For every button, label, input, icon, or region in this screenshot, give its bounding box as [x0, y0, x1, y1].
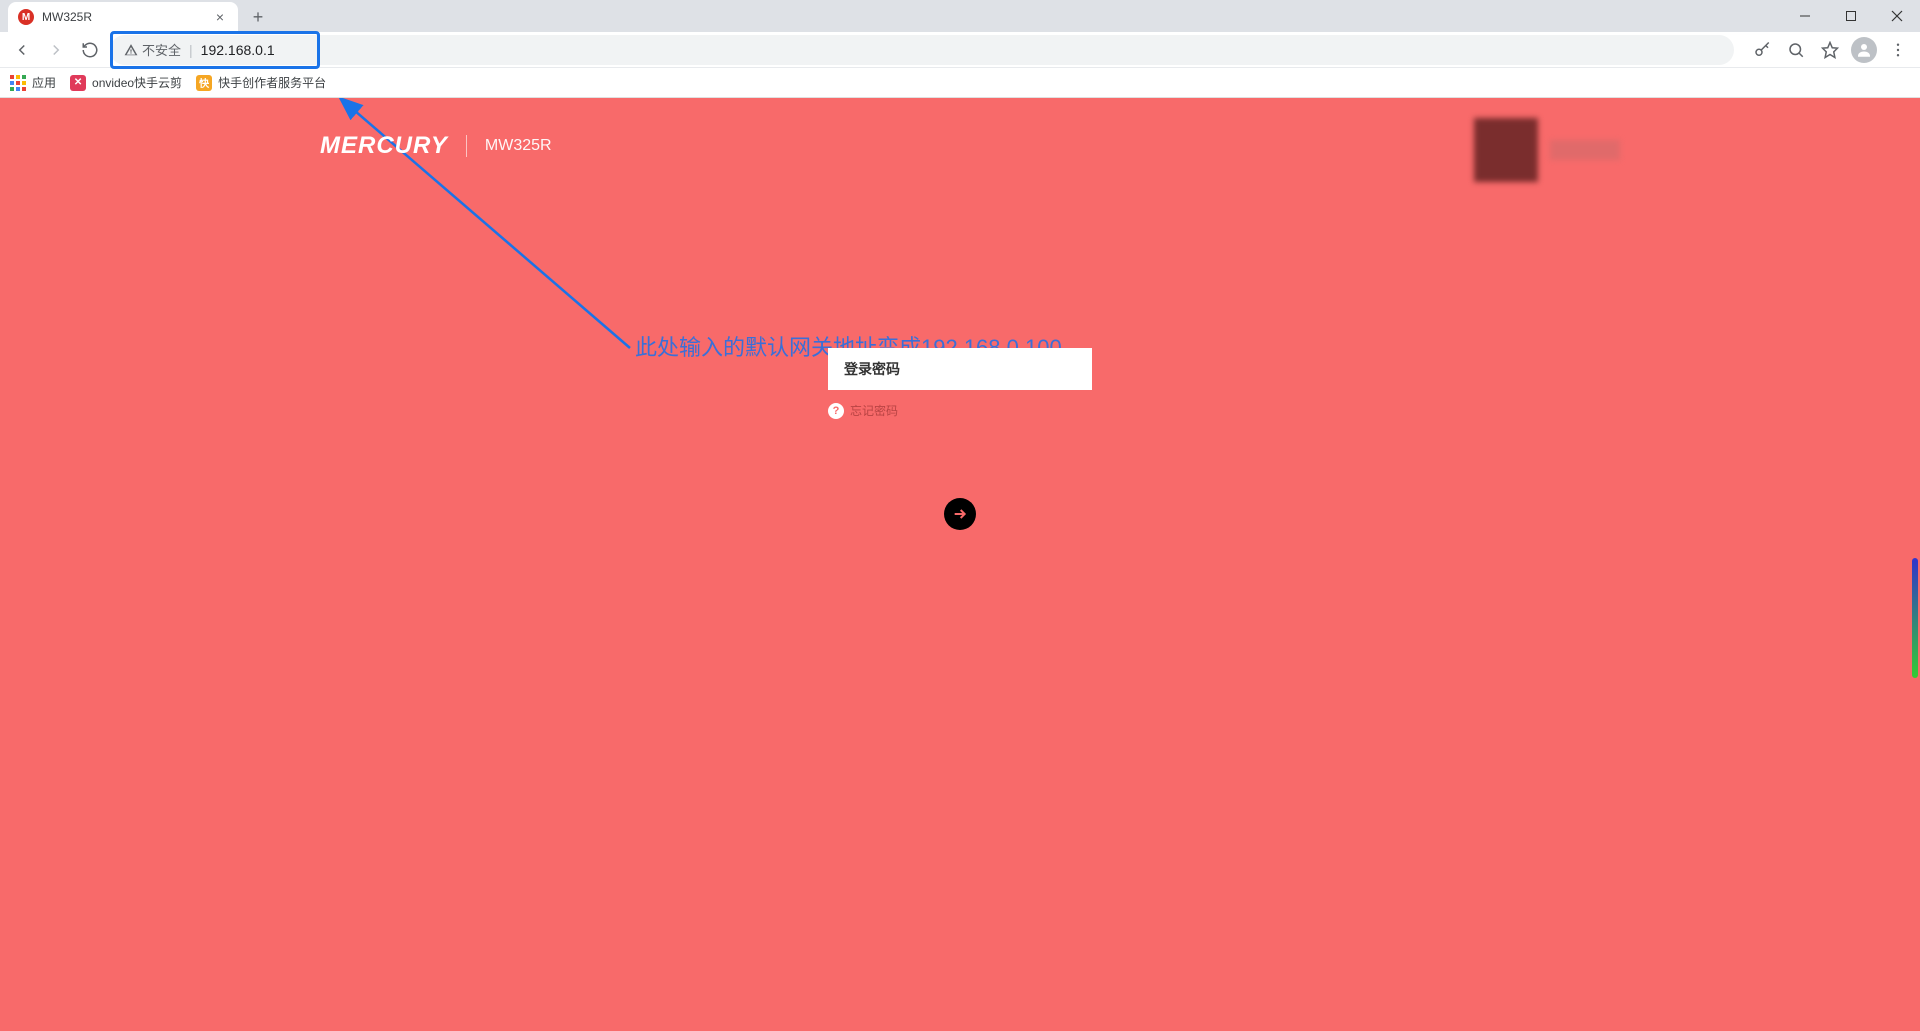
browser-menu-button[interactable]	[1884, 36, 1912, 64]
router-login-page: 此处输入的默认网关地址变成192.168.0.100 MERCURY MW325…	[0, 98, 1920, 1031]
apps-grid-icon	[10, 75, 26, 91]
bookmark-label: onvideo快手云剪	[92, 74, 182, 91]
login-submit-button[interactable]	[944, 498, 976, 530]
browser-toolbar: 不安全 | 192.168.0.1	[0, 32, 1920, 68]
address-bar[interactable]: 不安全 | 192.168.0.1	[110, 35, 1734, 65]
window-controls	[1782, 0, 1920, 32]
bookmark-favicon-icon: 快	[196, 75, 212, 91]
arrow-right-icon	[952, 506, 968, 522]
not-secure-label: 不安全	[142, 40, 181, 59]
password-input[interactable]	[828, 348, 1092, 390]
new-tab-button[interactable]: +	[244, 3, 272, 31]
tab-title: MW325R	[42, 10, 212, 24]
login-card: ? 忘记密码	[828, 348, 1092, 419]
address-bar-container: 不安全 | 192.168.0.1	[110, 35, 1734, 65]
bookmark-item-kuaishou[interactable]: 快 快手创作者服务平台	[196, 74, 326, 91]
browser-tab[interactable]: M MW325R ×	[8, 2, 238, 32]
toolbar-right	[1748, 36, 1912, 64]
qr-label-blurred	[1550, 140, 1620, 160]
warning-icon	[124, 43, 138, 57]
profile-avatar-button[interactable]	[1850, 36, 1878, 64]
bookmark-label: 快手创作者服务平台	[218, 74, 326, 91]
address-url: 192.168.0.1	[201, 42, 275, 58]
bookmark-favicon-icon: ✕	[70, 75, 86, 91]
qr-code-area	[1474, 118, 1620, 182]
nav-reload-button[interactable]	[76, 36, 104, 64]
zoom-icon[interactable]	[1782, 36, 1810, 64]
window-minimize-button[interactable]	[1782, 0, 1828, 32]
brand-logo: MERCURY	[320, 132, 448, 160]
brand-header: MERCURY MW325R	[320, 132, 552, 160]
window-maximize-button[interactable]	[1828, 0, 1874, 32]
forgot-password-label: 忘记密码	[850, 402, 898, 419]
tab-favicon-icon: M	[18, 9, 34, 25]
qr-code-icon	[1474, 118, 1538, 182]
window-close-button[interactable]	[1874, 0, 1920, 32]
not-secure-indicator[interactable]: 不安全	[124, 40, 181, 59]
password-key-icon[interactable]	[1748, 36, 1776, 64]
bookmarks-bar: 应用 ✕ onvideo快手云剪 快 快手创作者服务平台	[0, 68, 1920, 98]
bookmarks-apps-label: 应用	[32, 74, 56, 91]
nav-back-button[interactable]	[8, 36, 36, 64]
address-separator: |	[189, 42, 193, 58]
browser-titlebar: M MW325R × +	[0, 0, 1920, 32]
forgot-password-link[interactable]: ? 忘记密码	[828, 402, 1092, 419]
brand-model: MW325R	[485, 137, 552, 155]
nav-forward-button[interactable]	[42, 36, 70, 64]
bookmark-item-onvideo[interactable]: ✕ onvideo快手云剪	[70, 74, 182, 91]
brand-separator	[466, 135, 467, 157]
bookmarks-apps-button[interactable]: 应用	[10, 74, 56, 91]
person-icon	[1855, 41, 1873, 59]
bookmark-star-icon[interactable]	[1816, 36, 1844, 64]
question-icon: ?	[828, 403, 844, 419]
tab-close-icon[interactable]: ×	[212, 9, 228, 25]
scroll-indicator	[1912, 558, 1918, 678]
